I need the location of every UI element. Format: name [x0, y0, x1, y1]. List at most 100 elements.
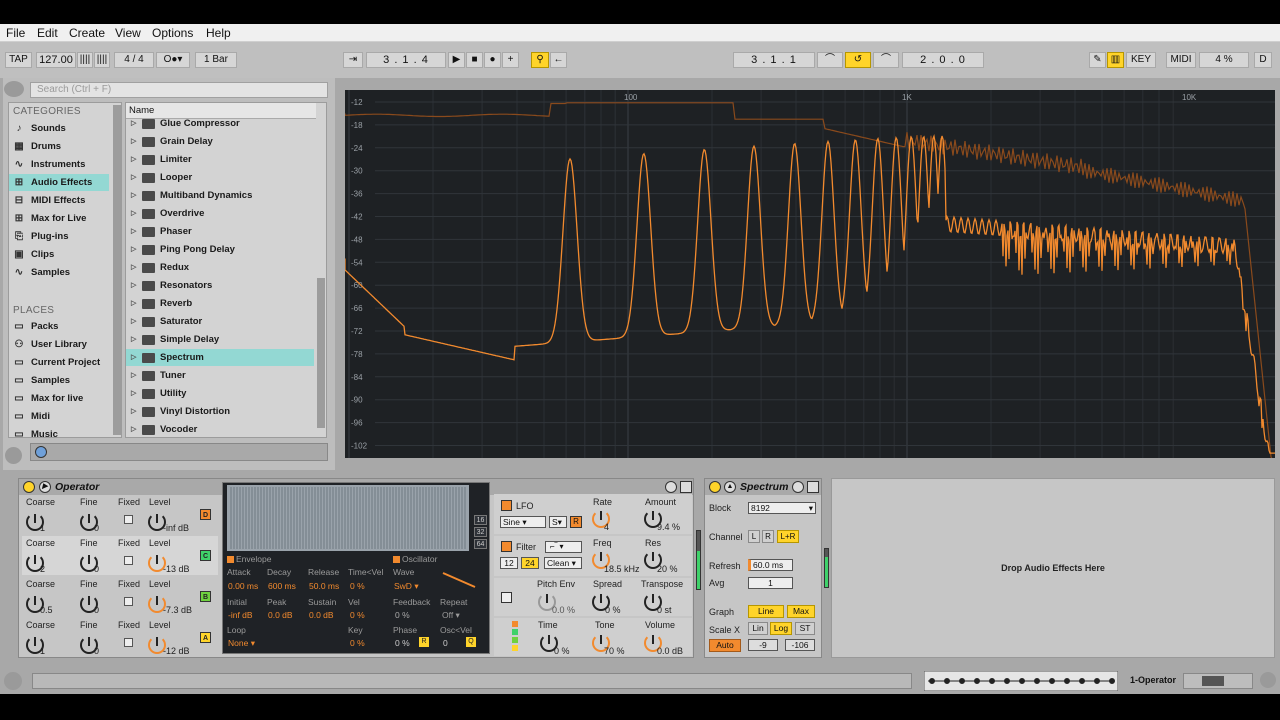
oscillator-toggle[interactable]: [393, 556, 400, 563]
expand-triangle-icon[interactable]: ▷: [131, 313, 136, 330]
lfo-wave-select[interactable]: Sine ▾: [500, 516, 546, 528]
browser-item[interactable]: ▷ Ping Pong Delay: [126, 241, 314, 258]
lfo-sync-select[interactable]: S▾: [549, 516, 567, 528]
browser-item[interactable]: ▷ Overdrive: [126, 205, 314, 222]
save-preset-icon[interactable]: [680, 481, 692, 493]
nudge-down-icon[interactable]: ||||: [77, 52, 93, 68]
time-vel-value[interactable]: 0 %: [350, 581, 365, 591]
categories-scrollbar[interactable]: [113, 105, 121, 435]
refresh-field[interactable]: 60.0 ms: [748, 559, 793, 571]
lfo-toggle[interactable]: [501, 500, 512, 511]
category-max-for-live[interactable]: ⊞ Max for Live: [9, 210, 109, 227]
scale-lin-button[interactable]: Lin: [748, 622, 768, 635]
play-icon[interactable]: ▶: [448, 52, 465, 68]
operator-select-button[interactable]: A: [200, 632, 211, 643]
nudge-up-icon[interactable]: ||||: [94, 52, 110, 68]
browser-item[interactable]: ▷ Reverb: [126, 295, 314, 312]
osc-vel-value[interactable]: 0: [443, 638, 448, 648]
browser-item[interactable]: ▷ Grain Delay: [126, 133, 314, 150]
browser-item[interactable]: ▷ Looper: [126, 169, 314, 186]
scale-log-button[interactable]: Log: [770, 622, 792, 635]
browser-item[interactable]: ▷ Glue Compressor: [126, 115, 314, 132]
detail-toggle-icon[interactable]: [1260, 672, 1276, 688]
scale-st-button[interactable]: ST: [795, 622, 815, 635]
show-hide-icon[interactable]: ▶: [39, 481, 51, 493]
category-plug-ins[interactable]: ⎘ Plug-ins: [9, 228, 109, 245]
phase-value[interactable]: 0 %: [395, 638, 410, 648]
category-samples[interactable]: ∿ Samples: [9, 264, 109, 281]
quantize-select[interactable]: 1 Bar: [195, 52, 237, 68]
expand-triangle-icon[interactable]: ▷: [131, 367, 136, 384]
browser-item[interactable]: ▷ Saturator: [126, 313, 314, 330]
graph-line-button[interactable]: Line: [748, 605, 784, 618]
track-mini-view[interactable]: [1183, 673, 1253, 689]
expand-triangle-icon[interactable]: ▷: [131, 421, 136, 437]
spectrum-fold-icon[interactable]: ▲: [724, 481, 736, 493]
avg-field[interactable]: 1: [748, 577, 793, 589]
filter-type-select[interactable]: ⌐‾ ▾: [545, 541, 582, 553]
browser-item[interactable]: ▷ Redux: [126, 259, 314, 276]
metronome-icon[interactable]: O●▾: [156, 52, 190, 68]
fixed-checkbox[interactable]: [124, 515, 133, 524]
key-map-button[interactable]: KEY: [1126, 52, 1156, 68]
punch-out-icon[interactable]: ⌒: [873, 52, 899, 68]
menu-view[interactable]: View: [115, 26, 141, 40]
expand-triangle-icon[interactable]: ▷: [131, 259, 136, 276]
menu-edit[interactable]: Edit: [37, 26, 58, 40]
channel-lr-button[interactable]: L+R: [777, 530, 799, 543]
loop-length-field[interactable]: 2 . 0 . 0: [902, 52, 984, 68]
filter-24db-button[interactable]: 24: [521, 557, 539, 569]
expand-triangle-icon[interactable]: ▷: [131, 349, 136, 366]
channel-r-button[interactable]: R: [762, 530, 774, 543]
graph-max-button[interactable]: Max: [787, 605, 815, 618]
search-input[interactable]: Search (Ctrl + F): [30, 82, 328, 98]
filter-12db-button[interactable]: 12: [500, 557, 518, 569]
initial-value[interactable]: -inf dB: [228, 610, 253, 620]
expand-triangle-icon[interactable]: ▷: [131, 277, 136, 294]
browser-toggle-icon[interactable]: [4, 81, 24, 97]
resolution-64-button[interactable]: 64: [474, 539, 487, 549]
expand-triangle-icon[interactable]: ▷: [131, 205, 136, 222]
expand-triangle-icon[interactable]: ▷: [131, 403, 136, 420]
expand-triangle-icon[interactable]: ▷: [131, 169, 136, 186]
peak-value[interactable]: 0.0 dB: [268, 610, 293, 620]
follow-arrow-icon[interactable]: ⇥: [343, 52, 363, 68]
effects-drop-zone[interactable]: Drop Audio Effects Here: [831, 478, 1275, 658]
place-user-library[interactable]: ⚇ User Library: [9, 336, 109, 353]
lfo-retrigger-button[interactable]: R: [570, 516, 582, 528]
tempo-field[interactable]: 127.00: [36, 52, 76, 68]
spectrum-hotswap-icon[interactable]: [792, 481, 804, 493]
preview-bar[interactable]: [30, 443, 328, 461]
decay-value[interactable]: 600 ms: [268, 581, 296, 591]
place-packs[interactable]: ▭ Packs: [9, 318, 109, 335]
fixed-checkbox[interactable]: [124, 597, 133, 606]
resolution-16-button[interactable]: 16: [474, 515, 487, 525]
song-position-field[interactable]: 3 . 1 . 4: [366, 52, 446, 68]
category-midi-effects[interactable]: ⊟ MIDI Effects: [9, 192, 109, 209]
channel-l-button[interactable]: L: [748, 530, 760, 543]
resolution-32-button[interactable]: 32: [474, 527, 487, 537]
category-drums[interactable]: ▦ Drums: [9, 138, 109, 155]
browser-item[interactable]: ▷ Vinyl Distortion: [126, 403, 314, 420]
midi-map-button[interactable]: MIDI: [1166, 52, 1196, 68]
place-current-project[interactable]: ▭ Current Project: [9, 354, 109, 371]
repeat-select[interactable]: Off ▾: [442, 610, 460, 621]
items-scrollbar[interactable]: [317, 278, 325, 428]
pitch-env-toggle[interactable]: [501, 592, 512, 603]
place-midi[interactable]: ▭ Midi: [9, 408, 109, 425]
menu-create[interactable]: Create: [69, 26, 105, 40]
expand-triangle-icon[interactable]: ▷: [131, 385, 136, 402]
filter-circuit-select[interactable]: Clean ▾: [544, 557, 582, 569]
overview-icon[interactable]: [924, 671, 1118, 691]
range-low-field[interactable]: -9: [748, 639, 778, 651]
expand-icon[interactable]: [4, 672, 22, 690]
loop-select[interactable]: None ▾: [228, 638, 255, 649]
browser-item[interactable]: ▷ Phaser: [126, 223, 314, 240]
place-max-for-live[interactable]: ▭ Max for live: [9, 390, 109, 407]
loop-start-field[interactable]: 3 . 1 . 1: [733, 52, 815, 68]
browser-item[interactable]: ▷ Vocoder: [126, 421, 314, 437]
add-icon[interactable]: +: [502, 52, 519, 68]
sustain-value[interactable]: 0.0 dB: [309, 610, 334, 620]
category-audio-effects[interactable]: ⊞ Audio Effects: [9, 174, 109, 191]
spectrum-on-icon[interactable]: [709, 481, 721, 493]
